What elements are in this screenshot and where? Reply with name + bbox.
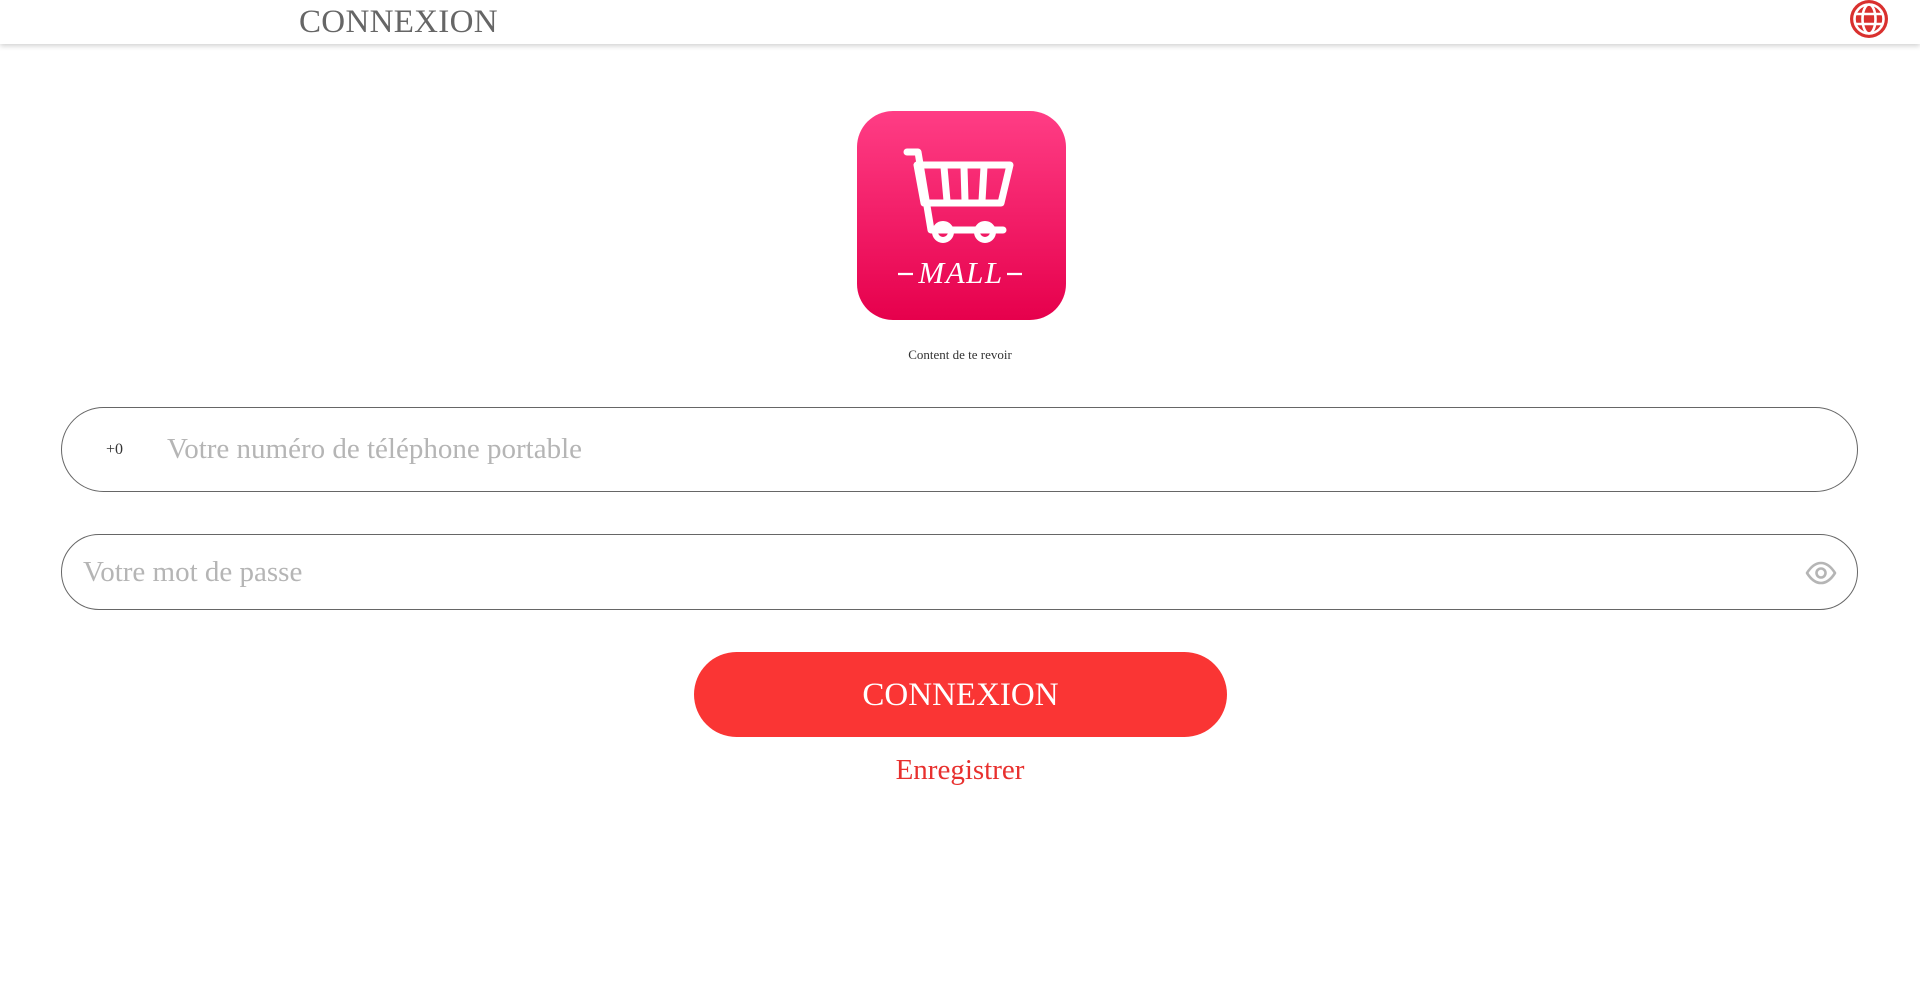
register-link[interactable]: Enregistrer: [760, 754, 1160, 787]
phone-field: +0: [61, 407, 1858, 492]
country-code-prefix[interactable]: +0: [106, 408, 123, 491]
mall-logo: MALL: [857, 111, 1066, 320]
password-field: [61, 534, 1858, 610]
password-input[interactable]: [83, 535, 1783, 609]
logo-text: MALL: [917, 255, 1003, 290]
show-password-button[interactable]: [1804, 556, 1838, 590]
phone-input[interactable]: [167, 408, 1787, 491]
page-title: CONNEXION: [299, 4, 498, 40]
login-button[interactable]: CONNEXION: [694, 652, 1227, 737]
globe-icon: [1850, 0, 1888, 38]
greeting-text: Content de te revoir: [908, 347, 1012, 362]
eye-icon: [1805, 561, 1837, 585]
top-bar: CONNEXION: [0, 0, 1920, 44]
language-button[interactable]: [1846, 0, 1892, 42]
